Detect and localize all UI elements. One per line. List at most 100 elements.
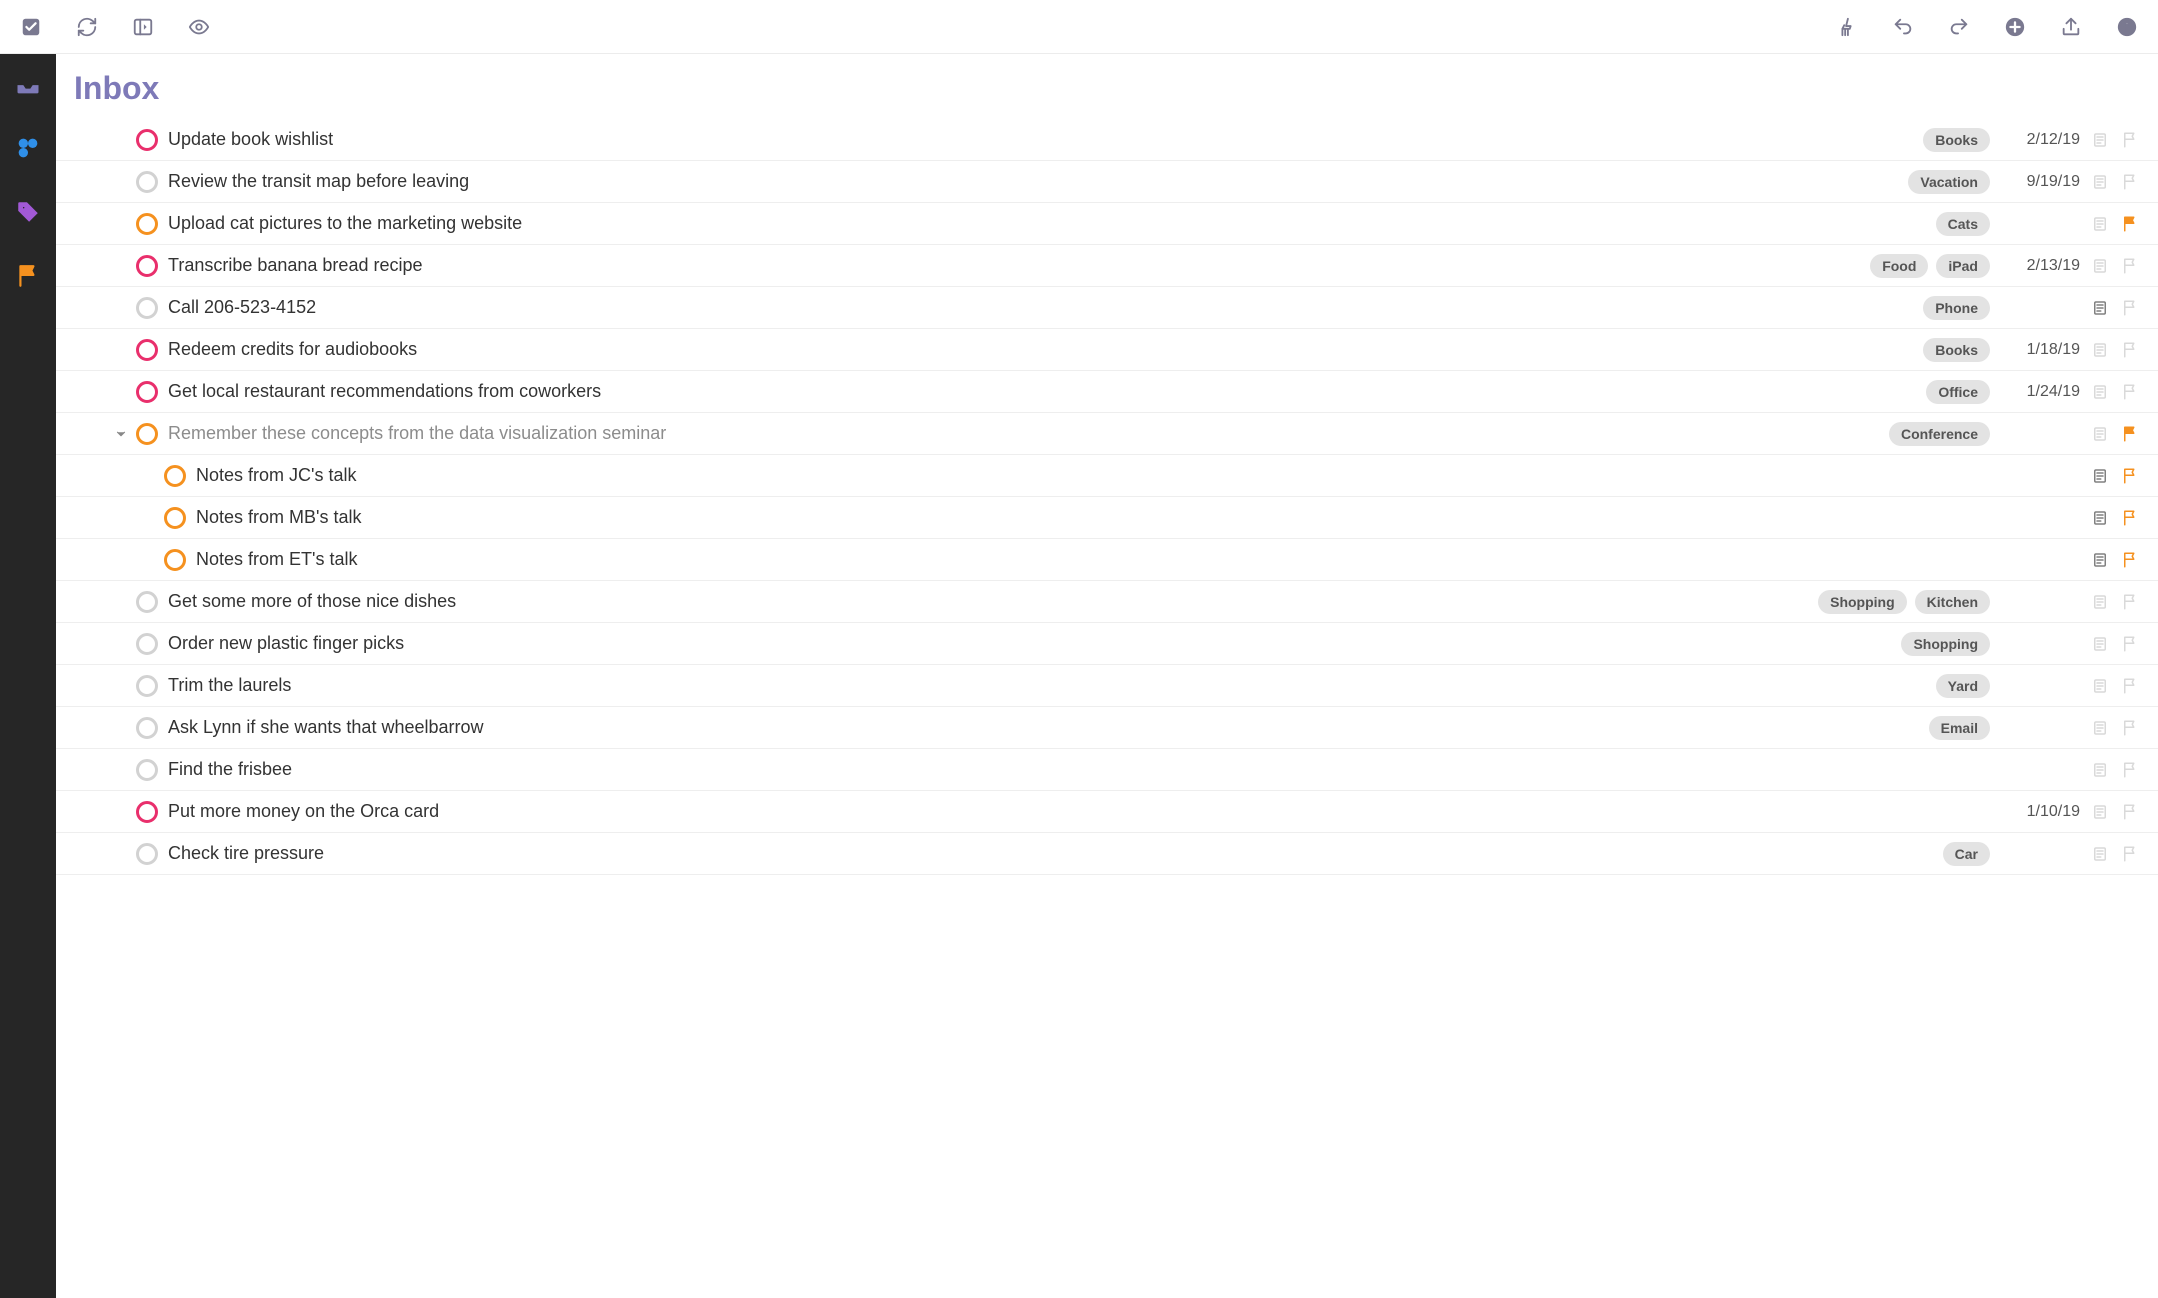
task-row[interactable]: Call 206-523-4152Phone: [56, 287, 2158, 329]
flag-icon[interactable]: [2120, 298, 2140, 318]
flag-icon[interactable]: [2120, 592, 2140, 612]
sidebar-toggle-button[interactable]: [126, 10, 160, 44]
status-circle[interactable]: [136, 171, 158, 193]
redo-button[interactable]: [1942, 10, 1976, 44]
note-icon[interactable]: [2090, 424, 2110, 444]
task-row[interactable]: Update book wishlistBooks2/12/19: [56, 119, 2158, 161]
flag-icon[interactable]: [2120, 424, 2140, 444]
status-circle[interactable]: [136, 297, 158, 319]
status-circle[interactable]: [136, 129, 158, 151]
tag[interactable]: Food: [1870, 254, 1928, 278]
note-icon[interactable]: [2090, 172, 2110, 192]
tag[interactable]: Car: [1943, 842, 1990, 866]
status-circle[interactable]: [136, 255, 158, 277]
status-circle[interactable]: [136, 801, 158, 823]
flag-icon[interactable]: [2120, 382, 2140, 402]
flag-icon[interactable]: [2120, 508, 2140, 528]
flag-icon[interactable]: [2120, 634, 2140, 654]
task-row[interactable]: Notes from JC's talk: [56, 455, 2158, 497]
sidebar-item-projects[interactable]: [8, 128, 48, 168]
sidebar-item-tags[interactable]: [8, 192, 48, 232]
note-icon[interactable]: [2090, 340, 2110, 360]
note-icon[interactable]: [2090, 592, 2110, 612]
eye-button[interactable]: [182, 10, 216, 44]
task-row[interactable]: Put more money on the Orca card1/10/19: [56, 791, 2158, 833]
note-icon[interactable]: [2090, 298, 2110, 318]
tag[interactable]: Yard: [1936, 674, 1990, 698]
status-circle[interactable]: [136, 633, 158, 655]
flag-icon[interactable]: [2120, 760, 2140, 780]
flag-icon[interactable]: [2120, 718, 2140, 738]
task-row[interactable]: Notes from ET's talk: [56, 539, 2158, 581]
task-row[interactable]: Find the frisbee: [56, 749, 2158, 791]
status-circle[interactable]: [136, 843, 158, 865]
flag-icon[interactable]: [2120, 802, 2140, 822]
status-circle[interactable]: [136, 423, 158, 445]
note-icon[interactable]: [2090, 802, 2110, 822]
tag[interactable]: Vacation: [1908, 170, 1990, 194]
status-circle[interactable]: [136, 591, 158, 613]
status-circle[interactable]: [164, 465, 186, 487]
note-icon[interactable]: [2090, 466, 2110, 486]
add-button[interactable]: [1998, 10, 2032, 44]
status-circle[interactable]: [136, 759, 158, 781]
note-icon[interactable]: [2090, 844, 2110, 864]
tag[interactable]: Cats: [1936, 212, 1990, 236]
note-icon[interactable]: [2090, 676, 2110, 696]
note-icon[interactable]: [2090, 718, 2110, 738]
status-circle[interactable]: [136, 381, 158, 403]
status-circle[interactable]: [136, 675, 158, 697]
task-row[interactable]: Check tire pressureCar: [56, 833, 2158, 875]
note-icon[interactable]: [2090, 214, 2110, 234]
note-icon[interactable]: [2090, 760, 2110, 780]
note-icon[interactable]: [2090, 634, 2110, 654]
tag[interactable]: Kitchen: [1915, 590, 1990, 614]
tag[interactable]: Office: [1926, 380, 1990, 404]
status-circle[interactable]: [136, 213, 158, 235]
task-row[interactable]: Order new plastic finger picksShopping: [56, 623, 2158, 665]
undo-button[interactable]: [1886, 10, 1920, 44]
task-row[interactable]: Trim the laurelsYard: [56, 665, 2158, 707]
tag[interactable]: Shopping: [1901, 632, 1990, 656]
flag-icon[interactable]: [2120, 844, 2140, 864]
check-button[interactable]: [14, 10, 48, 44]
tag[interactable]: Conference: [1889, 422, 1990, 446]
share-button[interactable]: [2054, 10, 2088, 44]
tag[interactable]: Books: [1923, 338, 1990, 362]
tag[interactable]: Phone: [1923, 296, 1990, 320]
task-row[interactable]: Transcribe banana bread recipeFoodiPad2/…: [56, 245, 2158, 287]
flag-icon[interactable]: [2120, 256, 2140, 276]
tag[interactable]: Email: [1929, 716, 1990, 740]
task-row[interactable]: Get local restaurant recommendations fro…: [56, 371, 2158, 413]
sidebar-item-flagged[interactable]: [8, 256, 48, 296]
task-row[interactable]: Redeem credits for audiobooksBooks1/18/1…: [56, 329, 2158, 371]
flag-icon[interactable]: [2120, 130, 2140, 150]
status-circle[interactable]: [136, 339, 158, 361]
status-circle[interactable]: [136, 717, 158, 739]
note-icon[interactable]: [2090, 130, 2110, 150]
note-icon[interactable]: [2090, 256, 2110, 276]
task-row[interactable]: Remember these concepts from the data vi…: [56, 413, 2158, 455]
tag[interactable]: Books: [1923, 128, 1990, 152]
task-row[interactable]: Review the transit map before leavingVac…: [56, 161, 2158, 203]
task-row[interactable]: Upload cat pictures to the marketing web…: [56, 203, 2158, 245]
sync-button[interactable]: [70, 10, 104, 44]
flag-icon[interactable]: [2120, 214, 2140, 234]
status-circle[interactable]: [164, 549, 186, 571]
flag-icon[interactable]: [2120, 172, 2140, 192]
task-row[interactable]: Get some more of those nice dishesShoppi…: [56, 581, 2158, 623]
note-icon[interactable]: [2090, 508, 2110, 528]
tag[interactable]: Shopping: [1818, 590, 1907, 614]
flag-icon[interactable]: [2120, 676, 2140, 696]
task-row[interactable]: Ask Lynn if she wants that wheelbarrowEm…: [56, 707, 2158, 749]
note-icon[interactable]: [2090, 382, 2110, 402]
info-button[interactable]: [2110, 10, 2144, 44]
note-icon[interactable]: [2090, 550, 2110, 570]
task-row[interactable]: Notes from MB's talk: [56, 497, 2158, 539]
status-circle[interactable]: [164, 507, 186, 529]
sidebar-item-inbox[interactable]: [8, 64, 48, 104]
cleanup-button[interactable]: [1830, 10, 1864, 44]
flag-icon[interactable]: [2120, 340, 2140, 360]
flag-icon[interactable]: [2120, 550, 2140, 570]
flag-icon[interactable]: [2120, 466, 2140, 486]
